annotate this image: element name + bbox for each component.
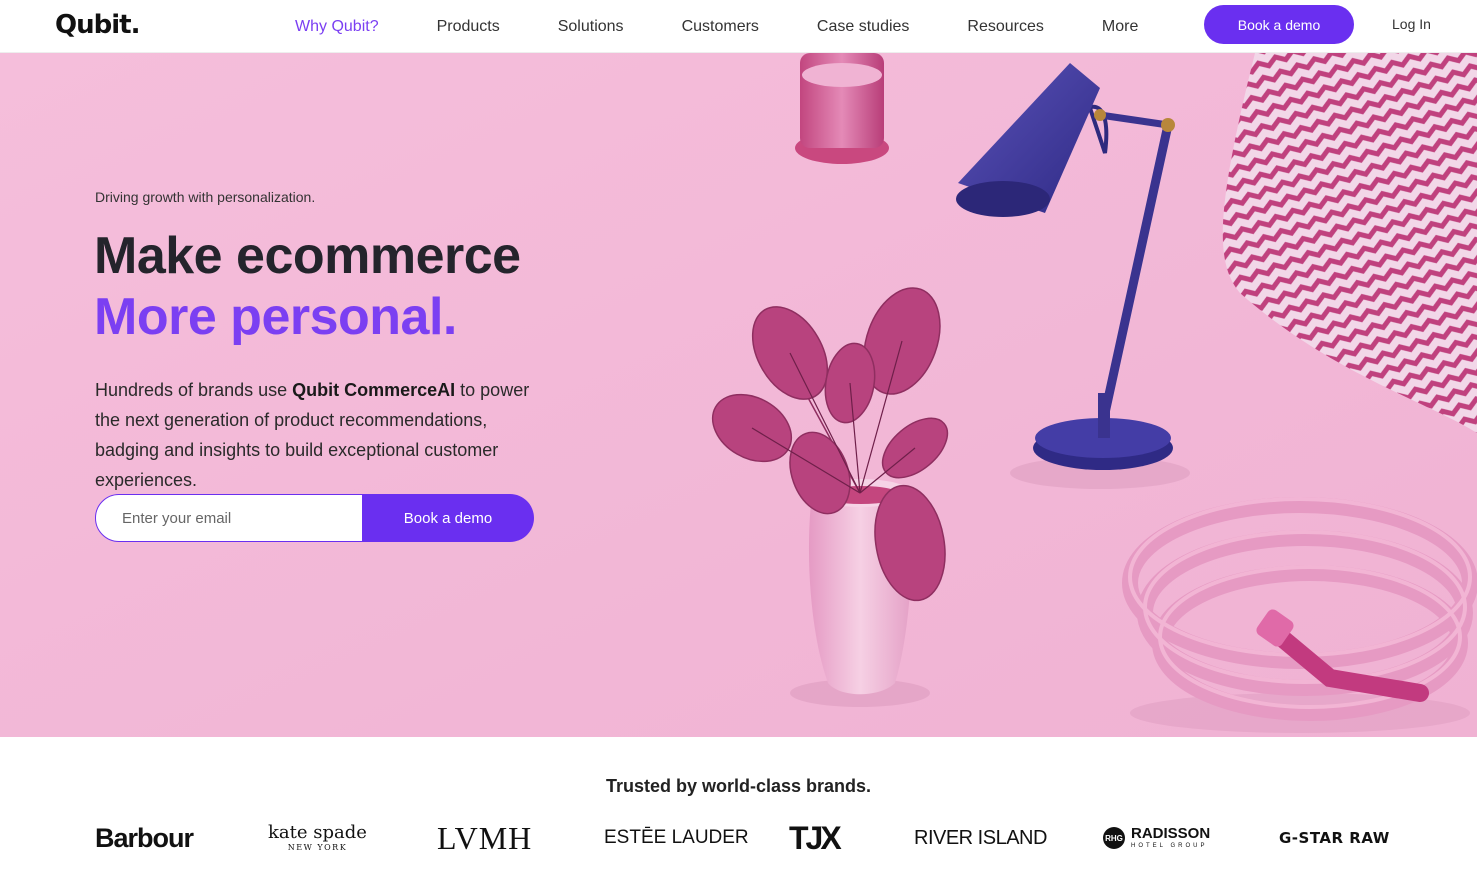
barbour-logo: Barbour bbox=[95, 822, 194, 853]
hero-section: Driving growth with personalization. Mak… bbox=[0, 53, 1477, 737]
estee-lauder-logo: ESTĒE LAUDER bbox=[604, 827, 749, 848]
nav-link-why-qubit[interactable]: Why Qubit? bbox=[266, 18, 408, 36]
nav-link-products[interactable]: Products bbox=[408, 18, 529, 36]
nav-links: Why Qubit? Products Solutions Customers … bbox=[266, 0, 1167, 53]
login-link[interactable]: Log In bbox=[1392, 16, 1431, 32]
hero-eyebrow: Driving growth with personalization. bbox=[95, 189, 316, 205]
nav-link-resources[interactable]: Resources bbox=[938, 18, 1072, 36]
hero-description-pre: Hundreds of brands use bbox=[95, 380, 293, 400]
hero-headline-line-2: More personal. bbox=[94, 288, 457, 346]
radisson-subtitle: HOTEL GROUP bbox=[1131, 843, 1208, 849]
g-star-raw-logo: G-STAR RAW bbox=[1279, 829, 1390, 847]
tjx-logo: TJX bbox=[789, 819, 842, 856]
nav-link-solutions[interactable]: Solutions bbox=[529, 18, 653, 36]
kate-spade-wordmark: kate spade bbox=[268, 822, 367, 843]
brand-logos-row: Barbour kate spade NEW YORK LVMH ESTĒE L… bbox=[0, 816, 1477, 864]
qubit-logo[interactable]: Qubit. bbox=[55, 10, 140, 40]
email-field[interactable] bbox=[95, 494, 375, 542]
demo-signup-form: Book a demo bbox=[95, 494, 534, 542]
radisson-logo: RHG RADISSON HOTEL GROUP bbox=[1103, 816, 1210, 860]
trusted-brands-heading: Trusted by world-class brands. bbox=[605, 776, 872, 796]
lvmh-logo: LVMH bbox=[437, 819, 533, 856]
nav-link-case-studies[interactable]: Case studies bbox=[788, 18, 939, 36]
kate-spade-logo: kate spade NEW YORK bbox=[268, 816, 367, 860]
hero-description: Hundreds of brands use Qubit CommerceAI … bbox=[95, 375, 535, 495]
radisson-text: RADISSON HOTEL GROUP bbox=[1131, 826, 1210, 850]
radisson-mark-icon: RHG bbox=[1103, 827, 1125, 849]
river-island-logo: RIVER ISLAND bbox=[914, 826, 1047, 849]
nav-book-demo-button[interactable]: Book a demo bbox=[1204, 5, 1354, 44]
nav-link-customers[interactable]: Customers bbox=[653, 18, 788, 36]
hero-book-demo-button[interactable]: Book a demo bbox=[362, 494, 534, 542]
kate-spade-subtitle: NEW YORK bbox=[287, 843, 348, 852]
radisson-wordmark: RADISSON bbox=[1131, 825, 1211, 842]
nav-link-more[interactable]: More bbox=[1073, 18, 1167, 36]
hero-description-product: Qubit CommerceAI bbox=[292, 380, 456, 400]
hero-headline-line-1: Make ecommerce bbox=[94, 227, 521, 285]
top-navigation: Qubit. Why Qubit? Products Solutions Cus… bbox=[0, 0, 1477, 53]
